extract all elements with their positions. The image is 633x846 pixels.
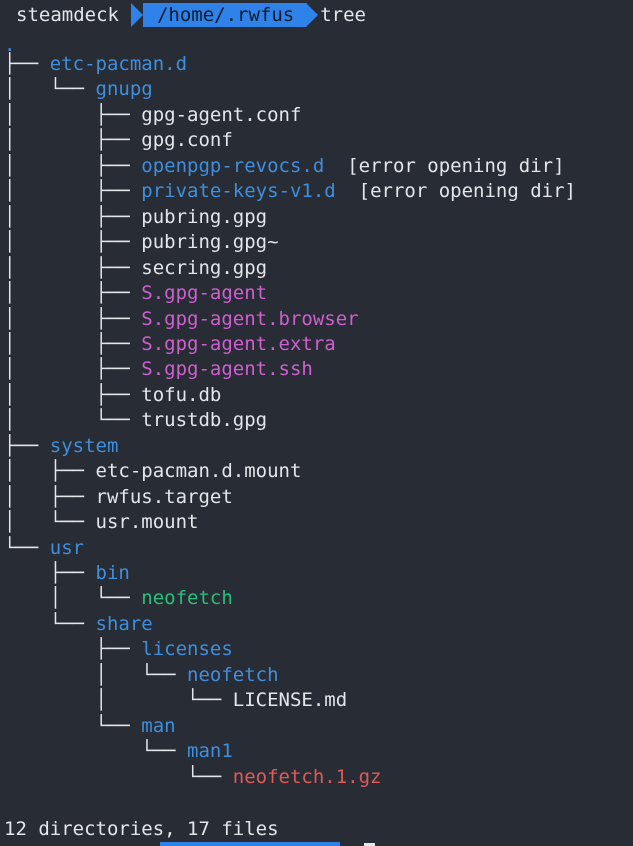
tree-entry: └── share [4,612,153,638]
tree-branch-glyphs: │ ├── [4,332,142,355]
directory-name: man [141,714,176,737]
tree-branch-glyphs: ├── [4,562,96,584]
tree-branch-glyphs: │ ├── [4,180,142,203]
socket-name: S.gpg-agent [141,282,268,305]
prompt-hostname: steamdeck [16,3,119,26]
tree-entry: ├── system [4,434,118,460]
tree-branch-glyphs: └── [4,765,233,788]
directory-name: etc-pacman.d [49,53,188,75]
socket-name: S.gpg-agent.ssh [141,358,313,381]
tree-branch-glyphs: │ ├── [4,103,142,126]
tree-summary: 12 directories, 17 files [4,818,279,840]
tree-branch-glyphs: │ ├── [4,205,142,228]
tree-entry: └── man [4,714,176,740]
file-name: trustdb.gpg [141,409,268,432]
file-name: usr.mount [95,511,199,534]
tree-entry: ├── etc-pacman.d [4,52,187,78]
tree-entry: ├── bin [4,561,130,587]
tree-entry: │ └── usr.mount [4,510,198,536]
socket-name: S.gpg-agent.extra [141,332,336,355]
tree-entry: │ ├── etc-pacman.d.mount [4,459,301,485]
tree-entry: └── usr [4,536,84,562]
directory-name: licenses [141,638,233,661]
tree-branch-glyphs: ├── [4,638,142,661]
tree-branch-glyphs: │ ├── [4,256,142,279]
tree-branch-glyphs: │ └── [4,587,142,610]
tree-entry: ├── licenses [4,637,233,663]
directory-name: system [49,434,119,457]
tree-entry: │ ├── openpgp-revocs.d [error opening di… [4,154,565,180]
tree-entry: │ ├── S.gpg-agent.browser [4,307,359,333]
error-note: [error opening dir] [324,154,565,177]
tree-branch-glyphs: └── [4,536,50,559]
tree-entry: │ └── LICENSE.md [4,688,348,714]
tree-entry: │ ├── pubring.gpg~ [4,230,279,256]
directory-name: openpgp-revocs.d [141,154,325,177]
directory-name: gnupg [95,78,153,101]
tree-entry: │ └── neofetch [4,586,233,612]
tree-entry: │ ├── gpg-agent.conf [4,103,301,129]
tree-entry: │ ├── pubring.gpg [4,205,267,231]
tree-entry: │ ├── secring.gpg [4,256,267,282]
file-name: LICENSE.md [232,689,348,712]
tree-branch-glyphs: │ ├── [4,485,96,508]
file-name: rwfus.target [95,485,233,508]
file-name: gpg.conf [141,129,233,152]
file-name: pubring.gpg [141,205,268,228]
directory-name: man1 [187,740,233,763]
tree-entry: │ ├── private-keys-v1.d [error opening d… [4,179,576,205]
tree-branch-glyphs: │ ├── [4,383,142,406]
tree-branch-glyphs: ├── [4,434,50,457]
tree-entry: │ ├── S.gpg-agent.ssh [4,357,313,383]
tree-entry: │ ├── gpg.conf [4,128,233,154]
tree-entry: │ └── trustdb.gpg [4,408,267,434]
file-name: etc-pacman.d.mount [95,460,302,483]
file-name: gpg-agent.conf [141,103,302,126]
socket-name: S.gpg-agent.browser [141,307,359,330]
prompt-path-segment: /home/.rwfus [130,2,319,27]
tree-branch-glyphs: │ └── [4,663,188,686]
tree-entry: └── man1 [4,739,233,765]
tree-entry: └── neofetch.1.gz [4,765,382,791]
file-name: pubring.gpg~ [141,231,279,254]
tree-branch-glyphs: │ ├── [4,358,142,381]
tree-branch-glyphs: │ ├── [4,231,142,254]
tree-branch-glyphs: ├── [4,53,50,75]
prompt-command: tree [320,3,366,26]
tree-branch-glyphs: │ ├── [4,307,142,330]
tree-branch-glyphs: │ ├── [4,129,142,152]
tree-entry: │ ├── S.gpg-agent.extra [4,332,336,358]
directory-name: private-keys-v1.d [141,180,336,203]
tree-entry: │ ├── rwfus.target [4,485,233,511]
tree-branch-glyphs: │ └── [4,689,233,712]
tree-branch-glyphs: │ └── [4,511,96,534]
directory-name: usr [49,536,85,559]
file-name: secring.gpg [141,256,268,279]
directory-name: share [95,612,153,635]
shell-prompt: steamdeck /home/.rwfus tree [0,1,366,28]
tree-branch-glyphs: │ ├── [4,282,142,305]
tree-branch-glyphs: └── [4,612,96,635]
tree-branch-glyphs: │ └── [4,78,96,101]
error-note: [error opening dir] [335,180,576,203]
directory-name: neofetch [187,663,279,686]
tree-entry: │ ├── tofu.db [4,383,221,409]
tree-entry: │ └── gnupg [4,77,153,103]
tree-branch-glyphs: │ ├── [4,154,142,177]
tree-branch-glyphs: └── [4,714,142,737]
tree-branch-glyphs: └── [4,740,188,763]
tree-entry: │ ├── S.gpg-agent [4,281,267,307]
directory-name: bin [95,562,130,584]
archive-name: neofetch.1.gz [232,765,382,788]
file-name: tofu.db [141,383,222,406]
executable-name: neofetch [141,587,233,610]
tree-branch-glyphs: │ └── [4,409,142,432]
tree-branch-glyphs: │ ├── [4,460,96,483]
tree-entry: │ └── neofetch [4,663,279,689]
next-prompt-path-bar [160,842,340,846]
